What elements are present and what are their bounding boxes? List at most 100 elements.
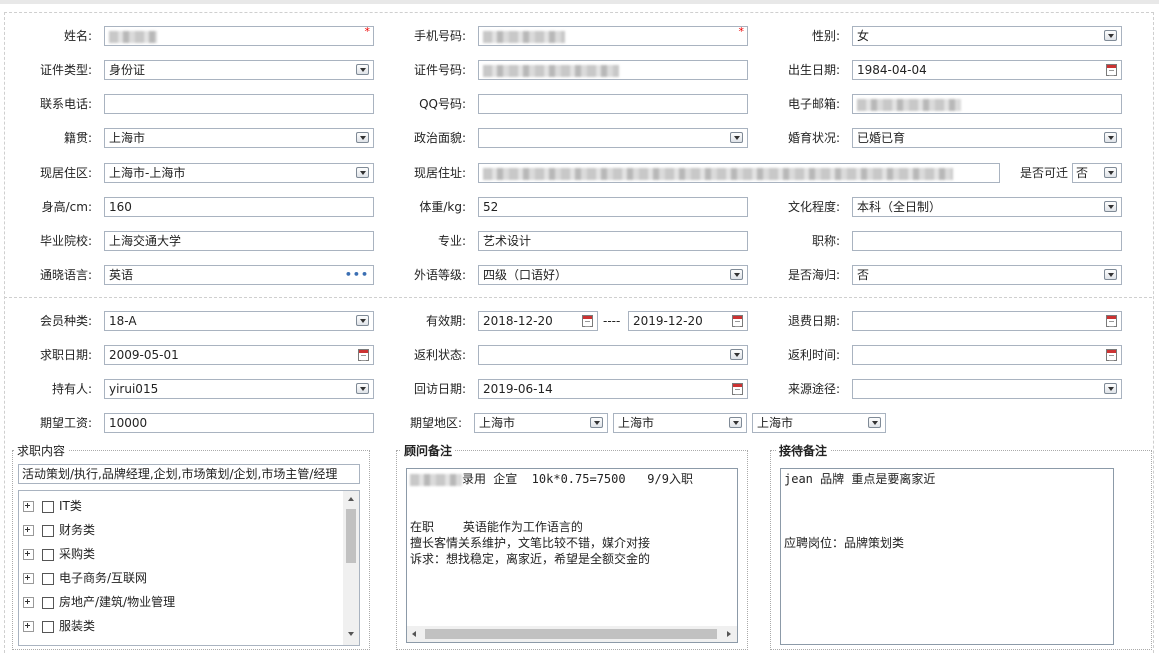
revisit-date-value: 2019-06-14	[483, 382, 553, 396]
job-category-tree[interactable]: IT类 财务类 采购类 电子商务/互联网 房地产/建筑/物业管理 服装类	[18, 490, 360, 646]
checkbox[interactable]	[42, 572, 54, 585]
education-select[interactable]: 本科（全日制）	[852, 197, 1122, 217]
foreign-level-select[interactable]: 四级（口语好）	[478, 265, 748, 285]
refund-date-input[interactable]	[852, 311, 1122, 331]
relocate-label: 是否可迁	[1019, 166, 1068, 180]
notes-hscrollbar[interactable]	[407, 626, 737, 642]
expand-icon[interactable]	[23, 525, 34, 536]
relocate-select[interactable]: 否	[1072, 163, 1122, 183]
calendar-icon[interactable]	[732, 383, 743, 395]
phone-input[interactable]	[104, 94, 374, 114]
chevron-down-icon[interactable]	[1104, 167, 1117, 178]
native-place-select[interactable]: 上海市	[104, 128, 374, 148]
calendar-icon[interactable]	[358, 349, 369, 361]
scroll-right-icon[interactable]	[727, 631, 731, 637]
valid-start-input[interactable]: 2018-12-20	[478, 311, 598, 331]
region-province-select[interactable]: 上海市	[474, 413, 608, 433]
mobile-label: 手机号码:	[413, 29, 466, 43]
id-type-select[interactable]: 身份证	[104, 60, 374, 80]
checkbox[interactable]	[42, 500, 54, 513]
chevron-down-icon[interactable]	[356, 315, 369, 326]
expand-icon[interactable]	[23, 597, 34, 608]
qq-input[interactable]	[478, 94, 748, 114]
chevron-down-icon[interactable]	[1104, 30, 1117, 41]
scroll-thumb[interactable]	[346, 509, 356, 563]
chevron-down-icon[interactable]	[356, 383, 369, 394]
political-select[interactable]	[478, 128, 748, 148]
chevron-down-icon[interactable]	[356, 132, 369, 143]
tree-item-label: 房地产/建筑/物业管理	[59, 595, 176, 609]
chevron-down-icon[interactable]	[730, 349, 743, 360]
mobile-input[interactable]: *	[478, 26, 748, 46]
salary-input[interactable]: 10000	[104, 413, 374, 433]
tree-item[interactable]: 财务类	[23, 518, 95, 542]
address-input[interactable]	[478, 163, 1000, 183]
expand-icon[interactable]	[23, 621, 34, 632]
chevron-down-icon[interactable]	[1104, 383, 1117, 394]
calendar-icon[interactable]	[1106, 349, 1117, 361]
consultant-notes-textarea[interactable]: 录用 企宣 10k*0.75=7500 9/9入职 在职 英语能作为工作语言的 …	[406, 468, 738, 643]
masked-email	[857, 98, 961, 111]
member-type-select[interactable]: 18-A	[104, 311, 374, 331]
name-input[interactable]: *	[104, 26, 374, 46]
weight-input[interactable]: 52	[478, 197, 748, 217]
region-city-select[interactable]: 上海市	[613, 413, 747, 433]
expand-icon[interactable]	[23, 573, 34, 584]
school-input[interactable]: 上海交通大学	[104, 231, 374, 251]
apply-date-input[interactable]: 2009-05-01	[104, 345, 374, 365]
major-input[interactable]: 艺术设计	[478, 231, 748, 251]
calendar-icon[interactable]	[732, 315, 743, 327]
valid-end-input[interactable]: 2019-12-20	[628, 311, 748, 331]
region-district-select[interactable]: 上海市	[752, 413, 886, 433]
revisit-date-input[interactable]: 2019-06-14	[478, 379, 748, 399]
tree-item[interactable]: 电子商务/互联网	[23, 566, 147, 590]
language-input[interactable]: 英语 •••	[104, 265, 374, 285]
marital-select[interactable]: 已婚已育	[852, 128, 1122, 148]
checkbox[interactable]	[42, 620, 54, 633]
chevron-down-icon[interactable]	[590, 417, 603, 428]
residence-area-select[interactable]: 上海市-上海市	[104, 163, 374, 183]
chevron-down-icon[interactable]	[356, 64, 369, 75]
checkbox[interactable]	[42, 596, 54, 609]
expand-icon[interactable]	[23, 501, 34, 512]
major-label: 专业:	[437, 234, 466, 248]
expand-icon[interactable]	[23, 549, 34, 560]
gender-select[interactable]: 女	[852, 26, 1122, 46]
checkbox[interactable]	[42, 524, 54, 537]
chevron-down-icon[interactable]	[1104, 269, 1117, 280]
chevron-down-icon[interactable]	[730, 269, 743, 280]
holder-value: yirui015	[109, 382, 159, 396]
rebate-time-input[interactable]	[852, 345, 1122, 365]
chevron-down-icon[interactable]	[1104, 201, 1117, 212]
chevron-down-icon[interactable]	[729, 417, 742, 428]
calendar-icon[interactable]	[582, 315, 593, 327]
returnee-select[interactable]: 否	[852, 265, 1122, 285]
tree-scrollbar[interactable]	[343, 491, 359, 645]
chevron-down-icon[interactable]	[868, 417, 881, 428]
calendar-icon[interactable]	[1106, 315, 1117, 327]
tree-item[interactable]: 房地产/建筑/物业管理	[23, 590, 175, 614]
email-input[interactable]	[852, 94, 1122, 114]
source-select[interactable]	[852, 379, 1122, 399]
tree-item[interactable]: 服装类	[23, 614, 95, 638]
calendar-icon[interactable]	[1106, 64, 1117, 76]
scroll-left-icon[interactable]	[412, 631, 416, 637]
reception-notes-textarea[interactable]: jean 品牌 重点是要离家近 应聘岗位：品牌策划类	[780, 468, 1114, 645]
scroll-thumb[interactable]	[425, 629, 717, 639]
more-icon[interactable]: •••	[345, 269, 369, 281]
id-number-input[interactable]	[478, 60, 748, 80]
job-content-summary[interactable]: 活动策划/执行,品牌经理,企划,市场策划/企划,市场主管/经理	[18, 464, 360, 484]
scroll-up-icon[interactable]	[348, 497, 354, 501]
title-input[interactable]	[852, 231, 1122, 251]
chevron-down-icon[interactable]	[730, 132, 743, 143]
height-input[interactable]: 160	[104, 197, 374, 217]
checkbox[interactable]	[42, 548, 54, 561]
chevron-down-icon[interactable]	[1104, 132, 1117, 143]
scroll-down-icon[interactable]	[348, 632, 354, 636]
birth-date-input[interactable]: 1984-04-04	[852, 60, 1122, 80]
rebate-status-select[interactable]	[478, 345, 748, 365]
holder-select[interactable]: yirui015	[104, 379, 374, 399]
chevron-down-icon[interactable]	[356, 167, 369, 178]
tree-item[interactable]: IT类	[23, 494, 82, 518]
tree-item[interactable]: 采购类	[23, 542, 95, 566]
